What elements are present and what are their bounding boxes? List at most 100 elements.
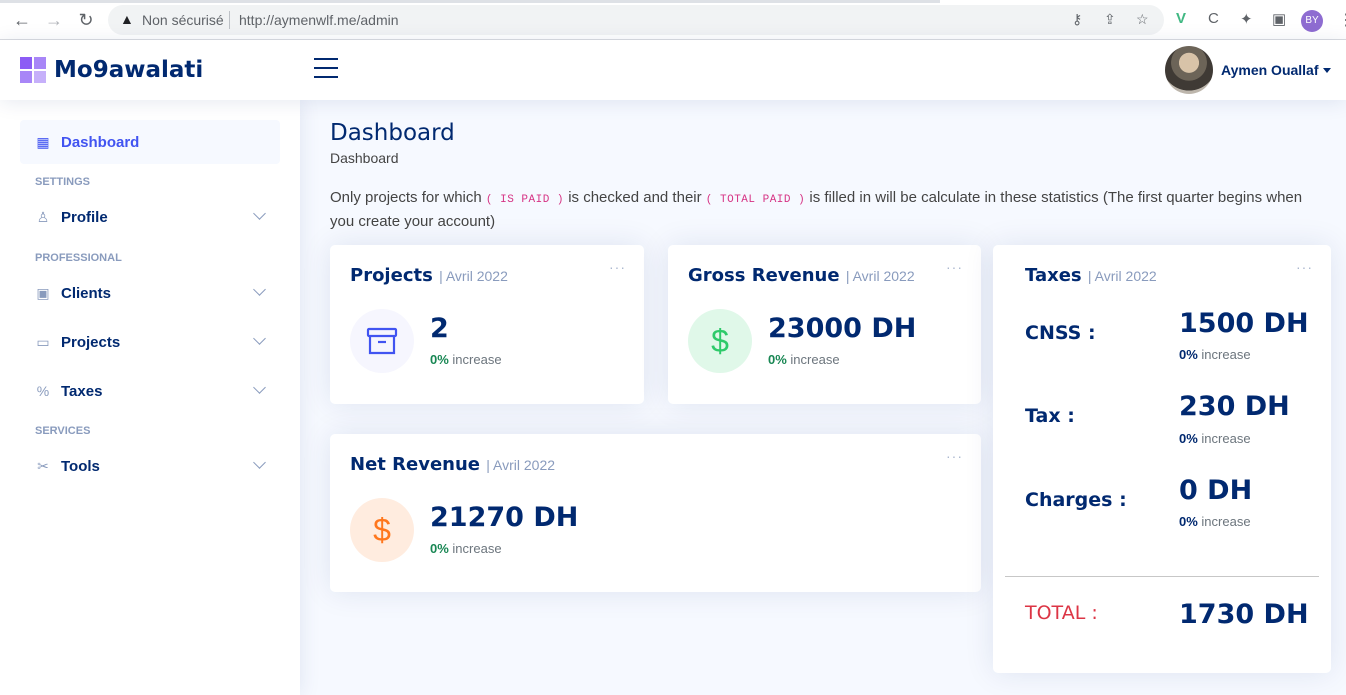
url-text[interactable]: http://aymenwlf.me/admin [239, 12, 399, 28]
increase-text: 0% increase [768, 352, 840, 367]
total-label: TOTAL : [1025, 602, 1098, 624]
card-title: Projects | Avril 2022 [350, 265, 508, 286]
forward-arrow-icon[interactable]: → [44, 10, 64, 30]
more-options-icon[interactable]: ··· [1296, 259, 1313, 275]
card-title-text: Gross Revenue [688, 265, 840, 286]
sidebar-item-clients[interactable]: ▣ Clients [20, 271, 280, 315]
projects-card: Projects | Avril 2022 ··· 2 0% increase [330, 245, 644, 404]
sidebar-item-label: Taxes [61, 382, 103, 400]
app-header: Mo9awalati Aymen Ouallaf [0, 40, 1346, 100]
card-title: Net Revenue | Avril 2022 [350, 454, 555, 475]
logo-icon [20, 57, 46, 83]
page-title-block: Dashboard Dashboard [330, 120, 455, 166]
card-period: | Avril 2022 [486, 457, 556, 473]
user-name[interactable]: Aymen Ouallaf [1221, 62, 1319, 78]
chevron-down-icon [253, 207, 266, 220]
star-icon[interactable]: ☆ [1136, 11, 1149, 28]
increase-pct: 0% [768, 352, 787, 367]
gross-revenue-value: 23000 DH [768, 313, 917, 344]
statistics-notice: Only projects for which ( IS PAID ) is c… [330, 187, 1330, 233]
more-options-icon[interactable]: ··· [609, 259, 626, 275]
share-icon[interactable]: ⇪ [1104, 11, 1116, 28]
chevron-down-icon [253, 456, 266, 469]
address-separator [229, 11, 230, 29]
more-options-icon[interactable]: ··· [946, 259, 963, 275]
sidebar-item-taxes[interactable]: % Taxes [20, 369, 280, 413]
grid-icon: ▦ [36, 133, 50, 150]
increase-text: 0% increase [430, 352, 502, 367]
browser-toolbar: ← → ↻ ▲ Non sécurisé http://aymenwlf.me/… [0, 0, 1346, 40]
extension-icon[interactable]: C [1208, 10, 1219, 27]
id-card-icon: ▣ [36, 284, 50, 301]
card-title: Taxes | Avril 2022 [1025, 265, 1157, 286]
sidebar-item-label: Tools [61, 457, 100, 475]
browser-menu-icon[interactable]: ⋮ [1338, 10, 1346, 30]
card-title-text: Taxes [1025, 265, 1082, 286]
charges-value: 0 DH [1179, 475, 1253, 506]
browser-profile-avatar[interactable]: BY [1301, 10, 1323, 32]
cnss-value: 1500 DH [1179, 308, 1309, 339]
notice-code: ( TOTAL PAID ) [705, 194, 806, 206]
sidepanel-icon[interactable]: ▣ [1272, 10, 1286, 28]
sidebar-item-profile[interactable]: ♙ Profile [20, 195, 280, 239]
card-title: Gross Revenue | Avril 2022 [688, 265, 915, 286]
brand-name: Mo9awalati [54, 57, 204, 83]
total-value: 1730 DH [1179, 599, 1309, 630]
increase-pct: 0% [430, 352, 449, 367]
security-label: Non sécurisé [142, 12, 224, 28]
nav-heading-services: SERVICES [35, 425, 91, 437]
address-bar[interactable]: ▲ Non sécurisé http://aymenwlf.me/admin … [108, 5, 1164, 35]
vue-extension-icon[interactable]: V [1176, 10, 1186, 27]
avatar[interactable] [1165, 46, 1213, 94]
net-revenue-value: 21270 DH [430, 502, 579, 533]
puzzle-icon[interactable]: ✦ [1240, 10, 1253, 28]
divider [1005, 576, 1319, 577]
key-icon[interactable]: ⚷ [1072, 11, 1082, 28]
increase-word: increase [452, 541, 502, 556]
sidebar-item-tools[interactable]: ✂ Tools [20, 444, 280, 488]
gross-revenue-card: Gross Revenue | Avril 2022 ··· $ 23000 D… [668, 245, 981, 404]
chevron-down-icon [253, 283, 266, 296]
tax-label: Tax : [1025, 405, 1075, 427]
nav-heading-settings: SETTINGS [35, 176, 91, 188]
increase-pct: 0% [1179, 347, 1198, 362]
caret-down-icon[interactable] [1322, 67, 1331, 73]
cnss-label: CNSS : [1025, 322, 1096, 344]
sidebar-item-projects[interactable]: ▭ Projects [20, 320, 280, 364]
increase-word: increase [790, 352, 840, 367]
notice-text: Only projects for which [330, 189, 482, 206]
chevron-down-icon [253, 381, 266, 394]
increase-word: increase [1201, 347, 1251, 362]
notice-text: is checked and their [568, 189, 702, 206]
net-revenue-card: Net Revenue | Avril 2022 ··· $ 21270 DH … [330, 434, 981, 592]
sidebar-item-label: Profile [61, 208, 108, 226]
increase-text: 0% increase [430, 541, 502, 556]
user-dropdown[interactable]: Aymen Ouallaf [1165, 46, 1331, 94]
archive-icon [350, 309, 414, 373]
percent-icon: % [36, 383, 50, 399]
sidebar-item-dashboard[interactable]: ▦ Dashboard [20, 120, 280, 164]
card-title-text: Projects [350, 265, 433, 286]
breadcrumb[interactable]: Dashboard [330, 150, 455, 166]
sidebar: ▦ Dashboard SETTINGS ♙ Profile PROFESSIO… [0, 100, 300, 695]
increase-text: 0% increase [1179, 514, 1251, 529]
person-icon: ♙ [36, 208, 50, 225]
logo[interactable]: Mo9awalati [20, 57, 203, 83]
warning-icon: ▲ [120, 11, 134, 27]
card-title-text: Net Revenue [350, 454, 480, 475]
menu-toggle-icon[interactable] [314, 58, 338, 80]
tab-strip [0, 0, 940, 3]
increase-pct: 0% [430, 541, 449, 556]
increase-text: 0% increase [1179, 431, 1251, 446]
reload-icon[interactable]: ↻ [76, 10, 96, 30]
back-arrow-icon[interactable]: ← [12, 10, 32, 30]
dollar-icon: $ [688, 309, 752, 373]
sidebar-item-label: Clients [61, 284, 112, 302]
charges-label: Charges : [1025, 489, 1127, 511]
notice-code: ( IS PAID ) [485, 194, 565, 206]
page-title: Dashboard [330, 120, 455, 146]
more-options-icon[interactable]: ··· [946, 448, 963, 464]
increase-word: increase [1201, 514, 1251, 529]
increase-word: increase [452, 352, 502, 367]
tools-icon: ✂ [37, 457, 49, 474]
